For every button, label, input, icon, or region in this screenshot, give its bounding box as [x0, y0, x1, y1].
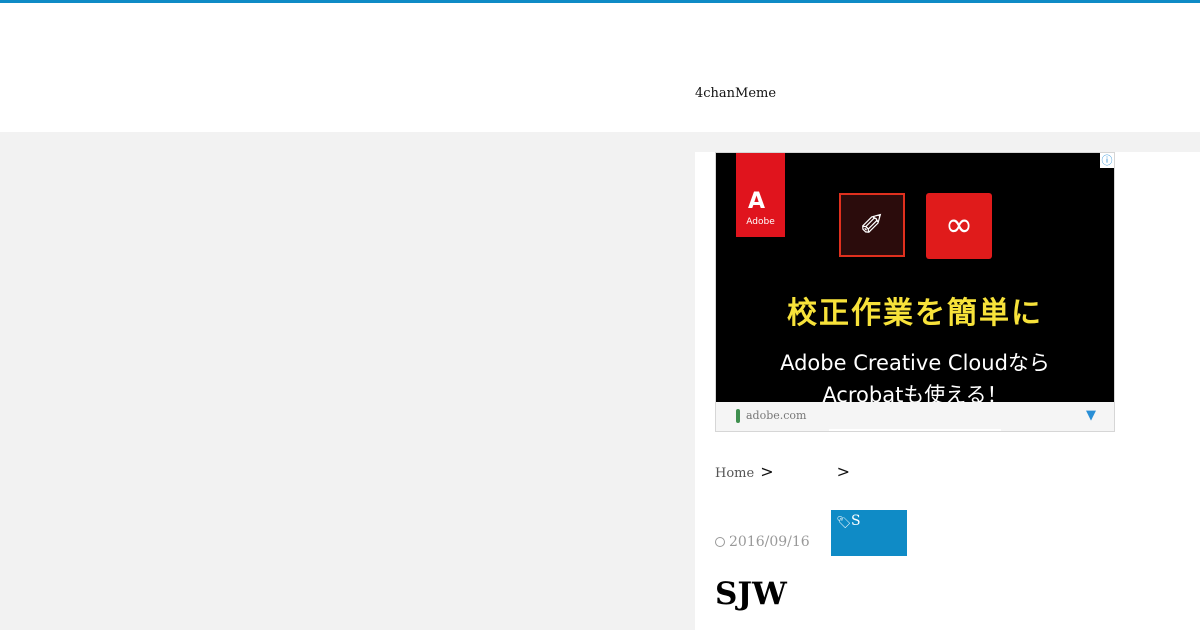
adobe-logo-mark: A: [748, 189, 766, 214]
ad-footer-bar[interactable]: adobe.com ▼: [716, 402, 1114, 431]
creative-cloud-icon: ∞: [926, 193, 992, 259]
site-header: 4chanMeme: [0, 3, 1200, 132]
tag-icon: 🏷: [836, 515, 852, 529]
post-date-text: 2016/09/16: [729, 534, 810, 550]
main-content-column: A Adobe ✐ ∞ 校正作業を簡単に Adobe Creative Clou…: [695, 152, 1200, 630]
ad-subline-2: Acrobatも使える！: [822, 383, 1008, 402]
article-title: SJW: [715, 576, 787, 612]
tag-badge[interactable]: 🏷 S: [831, 510, 907, 556]
advertisement[interactable]: A Adobe ✐ ∞ 校正作業を簡単に Adobe Creative Clou…: [715, 152, 1115, 432]
ad-subline-1: Adobe Creative Cloudなら: [780, 351, 1050, 375]
ad-headline: 校正作業を簡単に: [787, 296, 1043, 331]
ad-image[interactable]: A Adobe ✐ ∞ 校正作業を簡単に Adobe Creative Clou…: [716, 153, 1114, 402]
breadcrumb: Home > >: [715, 462, 850, 481]
clock-icon: [715, 537, 725, 547]
breadcrumb-separator: >: [836, 462, 850, 481]
breadcrumb-separator: >: [760, 462, 774, 481]
ad-domain[interactable]: adobe.com: [746, 409, 806, 422]
ad-progress-bar: [829, 429, 1001, 431]
adobe-logo-text: Adobe: [746, 217, 775, 227]
site-title-link[interactable]: 4chanMeme: [695, 86, 776, 101]
acrobat-icon: ✐: [839, 193, 905, 257]
breadcrumb-home[interactable]: Home: [715, 466, 754, 481]
chevron-down-icon[interactable]: ▼: [1086, 408, 1096, 423]
post-date: 2016/09/16: [715, 534, 810, 550]
adobe-logo: A Adobe: [736, 153, 785, 237]
ad-info-icon[interactable]: ⓘ: [1100, 153, 1114, 168]
tag-label: S: [851, 513, 861, 529]
ad-indicator: [736, 409, 740, 423]
